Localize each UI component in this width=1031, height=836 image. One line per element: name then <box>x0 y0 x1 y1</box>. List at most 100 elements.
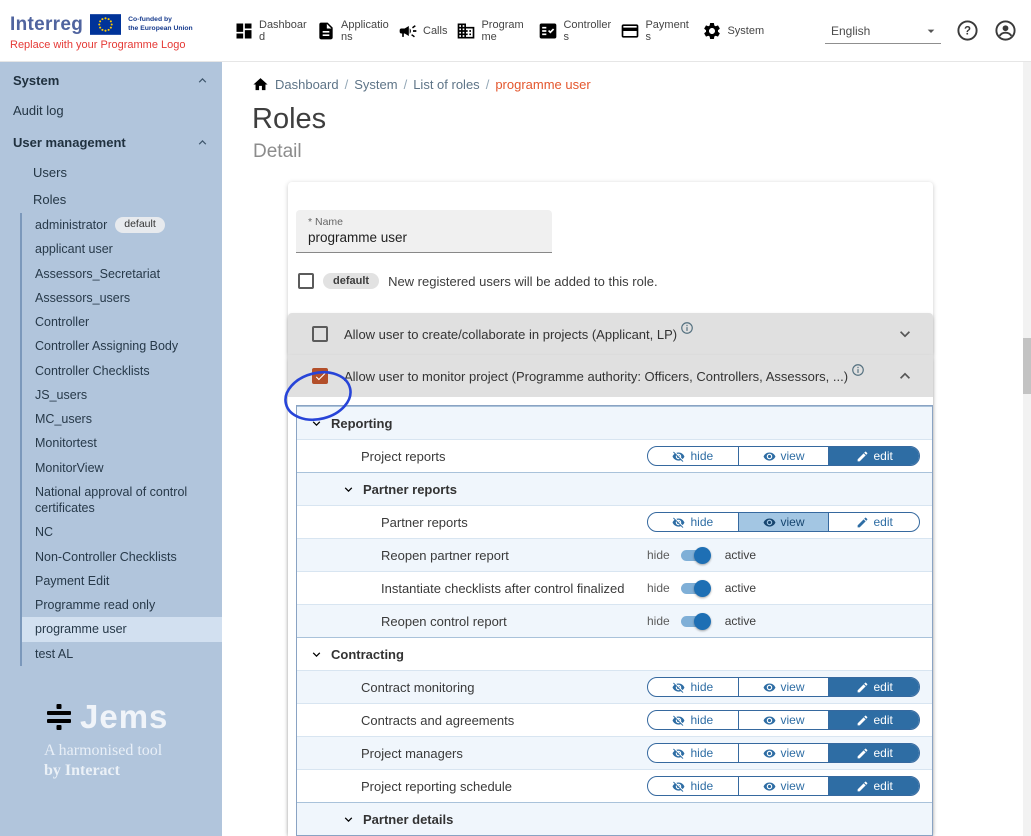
role-item[interactable]: MonitorView <box>22 456 222 480</box>
language-select[interactable]: English <box>825 18 941 44</box>
sidebar-item-audit-log[interactable]: Audit log <box>0 97 222 124</box>
role-item-administrator[interactable]: administrator default <box>22 213 222 237</box>
view-button[interactable]: view <box>738 447 829 465</box>
role-item[interactable]: Controller Assigning Body <box>22 334 222 358</box>
scrollbar-thumb[interactable] <box>1023 338 1031 394</box>
breadcrumb-list-of-roles[interactable]: List of roles <box>413 77 479 92</box>
nav-item-payments[interactable]: Payments <box>620 19 693 43</box>
hide-button[interactable]: hide <box>648 513 738 531</box>
edit-button[interactable]: edit <box>828 777 919 795</box>
role-item[interactable]: Assessors_users <box>22 286 222 310</box>
role-item[interactable]: MC_users <box>22 407 222 431</box>
jems-tagline-2: by Interact <box>44 762 222 780</box>
active-toggle[interactable] <box>681 583 708 594</box>
chevron-down-icon[interactable] <box>309 647 324 662</box>
eye-icon <box>763 747 776 760</box>
view-button[interactable]: view <box>738 513 829 531</box>
permissions-table: Reporting Project reports hide view edit <box>296 405 933 836</box>
role-item[interactable]: Payment Edit <box>22 569 222 593</box>
info-icon[interactable] <box>680 321 694 335</box>
toggle-off-label: hide <box>647 581 670 595</box>
chevron-down-icon[interactable] <box>341 812 356 827</box>
active-toggle[interactable] <box>681 550 708 561</box>
edit-label: edit <box>874 515 893 529</box>
role-item[interactable]: Controller <box>22 310 222 334</box>
monitor-project-checkbox[interactable] <box>312 368 328 384</box>
sidebar-item-roles[interactable]: Roles <box>0 186 222 213</box>
payments-icon <box>620 21 640 41</box>
calls-icon <box>398 21 418 41</box>
chevron-down-icon[interactable] <box>309 416 324 431</box>
hide-button[interactable]: hide <box>648 744 738 762</box>
edit-button[interactable]: edit <box>828 447 919 465</box>
language-value: English <box>831 24 870 38</box>
nav-item-system[interactable]: System <box>702 21 764 41</box>
nav-item-programme[interactable]: Programme <box>456 19 529 43</box>
role-item[interactable]: Non-Controller Checklists <box>22 545 222 569</box>
role-item[interactable]: Assessors_Secretariat <box>22 262 222 286</box>
role-item[interactable]: Controller Checklists <box>22 359 222 383</box>
panel-create-collaborate-header[interactable]: Allow user to create/collaborate in proj… <box>288 313 933 355</box>
edit-button[interactable]: edit <box>828 744 919 762</box>
role-item[interactable]: JS_users <box>22 383 222 407</box>
role-item[interactable]: National approval of control certificate… <box>22 480 222 521</box>
name-field: * Name <box>296 210 552 253</box>
view-button[interactable]: view <box>738 777 829 795</box>
hide-button[interactable]: hide <box>648 777 738 795</box>
pencil-icon <box>856 450 869 463</box>
role-item[interactable]: test AL <box>22 642 222 666</box>
eye-icon <box>763 450 776 463</box>
dashboard-icon <box>234 21 254 41</box>
view-button[interactable]: view <box>738 678 829 696</box>
chevron-down-icon[interactable] <box>341 482 356 497</box>
hide-label: hide <box>690 515 713 529</box>
edit-button[interactable]: edit <box>828 513 919 531</box>
page-title: Roles <box>252 103 1031 136</box>
view-label: view <box>781 713 805 727</box>
hide-button[interactable]: hide <box>648 711 738 729</box>
default-role-checkbox[interactable] <box>298 273 314 289</box>
vertical-scrollbar[interactable] <box>1023 62 1031 836</box>
eye-off-icon <box>672 747 685 760</box>
edit-button[interactable]: edit <box>828 678 919 696</box>
name-field-label: * Name <box>308 216 540 228</box>
perm-section-label: Partner details <box>363 812 453 827</box>
eu-flag-icon <box>90 14 121 35</box>
role-item[interactable]: Programme read only <box>22 593 222 617</box>
name-input[interactable] <box>308 228 540 245</box>
nav-item-calls[interactable]: Calls <box>398 21 447 41</box>
pencil-icon <box>856 516 869 529</box>
hide-label: hide <box>690 746 713 760</box>
nav-item-controllers[interactable]: Controllers <box>538 19 611 43</box>
jems-logo: Jems A harmonised tool by Interact <box>0 698 222 780</box>
breadcrumb-system[interactable]: System <box>354 77 397 92</box>
sidebar-item-users[interactable]: Users <box>0 159 222 186</box>
sidebar-section-system[interactable]: System <box>0 62 222 97</box>
role-item-programme-user-selected[interactable]: programme user <box>22 617 222 641</box>
pencil-icon <box>856 714 869 727</box>
view-button[interactable]: view <box>738 744 829 762</box>
hide-button[interactable]: hide <box>648 447 738 465</box>
role-item[interactable]: Monitortest <box>22 431 222 455</box>
active-toggle[interactable] <box>681 616 708 627</box>
perm-row-label: Project reporting schedule <box>297 779 512 794</box>
nav-item-dashboard[interactable]: Dashboard <box>234 19 307 43</box>
sidebar-section-user-management[interactable]: User management <box>0 124 222 159</box>
account-icon[interactable] <box>994 19 1017 42</box>
nav-item-applications[interactable]: Applications <box>316 19 389 43</box>
create-collaborate-checkbox[interactable] <box>312 326 328 342</box>
edit-button[interactable]: edit <box>828 711 919 729</box>
edit-label: edit <box>874 713 893 727</box>
breadcrumb-dashboard[interactable]: Dashboard <box>275 77 339 92</box>
role-item[interactable]: NC <box>22 520 222 544</box>
role-item[interactable]: applicant user <box>22 237 222 261</box>
help-icon[interactable] <box>956 19 979 42</box>
home-icon[interactable] <box>252 76 269 93</box>
breadcrumb-separator: / <box>345 77 349 92</box>
info-icon[interactable] <box>851 363 865 377</box>
panel-monitor-project-header[interactable]: Allow user to monitor project (Programme… <box>288 355 933 397</box>
nav-label: Payments <box>645 19 693 43</box>
hide-button[interactable]: hide <box>648 678 738 696</box>
view-button[interactable]: view <box>738 711 829 729</box>
sidebar: System Audit log User management Users R… <box>0 62 222 836</box>
